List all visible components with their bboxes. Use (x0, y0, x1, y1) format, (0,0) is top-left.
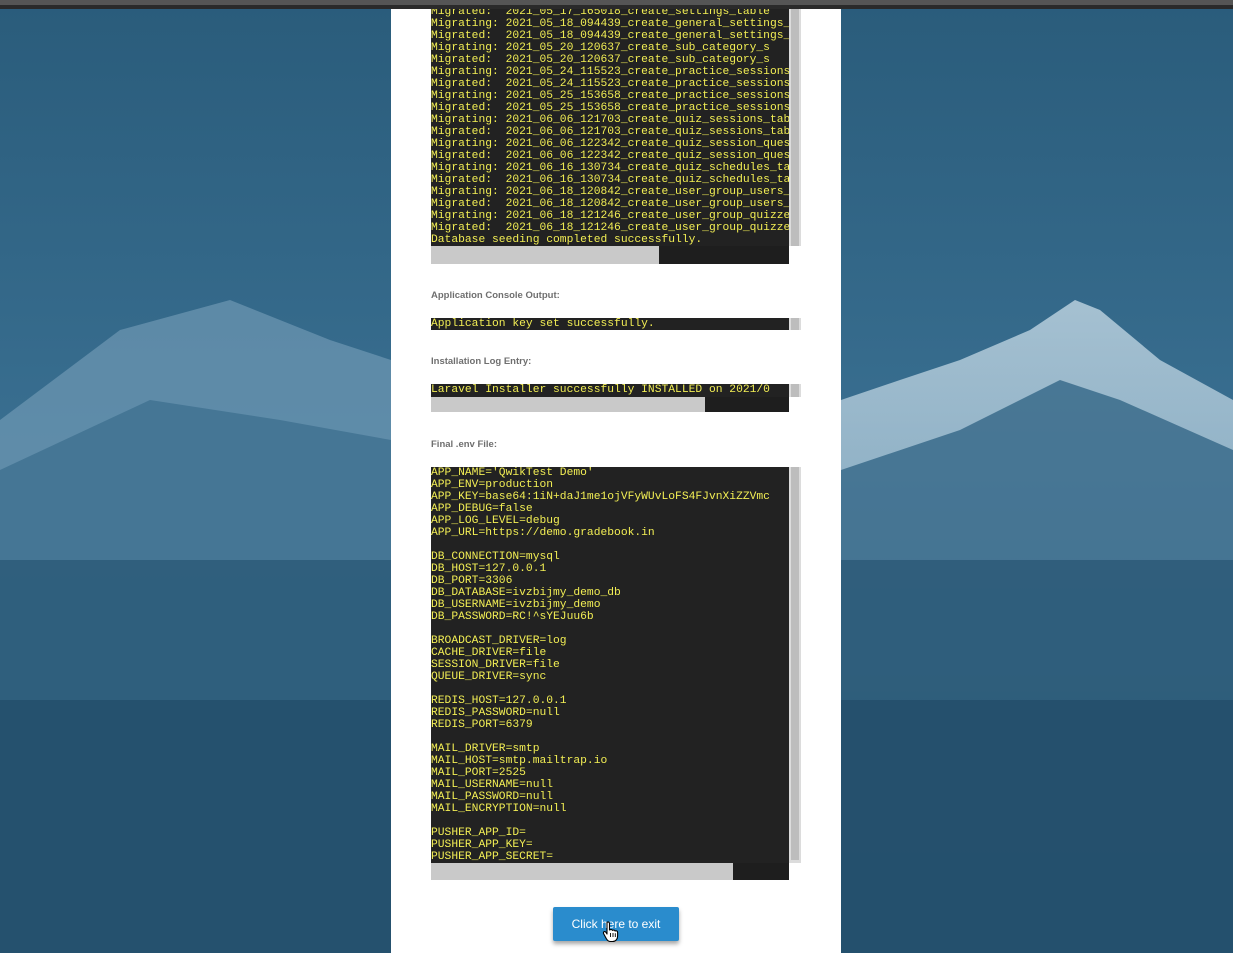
terminal-line: REDIS_HOST=127.0.0.1 (431, 695, 567, 707)
console-output-vertical-scroll-thumb[interactable] (791, 318, 799, 330)
console-output-vertical-scrollbar[interactable] (789, 318, 801, 330)
terminal-line: Migrating: 2021_06_06_122342_create_quiz… (431, 138, 789, 150)
env-file-label: Final .env File: (431, 439, 497, 450)
terminal-line: APP_NAME='QwikTest Demo' (431, 467, 594, 479)
window-top-bar (0, 0, 1233, 9)
terminal-line: REDIS_PASSWORD=null (431, 707, 560, 719)
terminal-line: MAIL_USERNAME=null (431, 779, 554, 791)
terminal-line: APP_LOG_LEVEL=debug (431, 515, 560, 527)
terminal-line: Migrating: 2021_05_20_120637_create_sub_… (431, 42, 770, 54)
terminal-line: Migrated: 2021_06_18_120842_create_user_… (431, 198, 789, 210)
terminal-line: Migrated: 2021_06_06_121703_create_quiz_… (431, 126, 789, 138)
terminal-line: SESSION_DRIVER=file (431, 659, 560, 671)
installer-panel: Migrated: 2021_05_17_165018_create_setti… (391, 9, 841, 953)
terminal-line: QUEUE_DRIVER=sync (431, 671, 547, 683)
terminal-line: Migrating: 2021_06_06_121703_create_quiz… (431, 114, 789, 126)
console-output-text: Application key set successfully. (431, 318, 655, 330)
env-file-horizontal-scroll-thumb[interactable] (431, 863, 733, 880)
installation-log-label: Installation Log Entry: (431, 356, 532, 367)
terminal-line: PUSHER_APP_KEY= (431, 839, 533, 851)
env-file-vertical-scrollbar[interactable] (789, 467, 801, 863)
hand-pointer-icon (602, 921, 619, 943)
migration-output-vertical-scroll-thumb[interactable] (791, 9, 799, 246)
terminal-line: Migrated: 2021_06_18_121246_create_user_… (431, 222, 789, 234)
terminal-line: DB_USERNAME=ivzbijmy_demo (431, 599, 601, 611)
terminal-line: Migrated: 2021_06_16_130734_create_quiz_… (431, 174, 789, 186)
terminal-line: PUSHER_APP_SECRET= (431, 851, 554, 863)
migration-output-horizontal-scroll-thumb[interactable] (431, 246, 659, 264)
terminal-line: MAIL_ENCRYPTION=null (431, 803, 567, 815)
terminal-line: Migrating: 2021_06_18_120842_create_user… (431, 186, 789, 198)
terminal-line: Migrating: 2021_05_25_153658_create_prac… (431, 90, 789, 102)
terminal-line: BROADCAST_DRIVER=log (431, 635, 567, 647)
terminal-line: DB_CONNECTION=mysql (431, 551, 560, 563)
terminal-line: Migrated: 2021_05_25_153658_create_pract… (431, 102, 789, 114)
terminal-line: MAIL_HOST=smtp.mailtrap.io (431, 755, 608, 767)
terminal-line: DB_HOST=127.0.0.1 (431, 563, 547, 575)
terminal-line: Migrated: 2021_05_20_120637_create_sub_c… (431, 54, 770, 66)
terminal-line: Migrated: 2021_05_17_165018_create_setti… (431, 9, 770, 18)
terminal-line: REDIS_PORT=6379 (431, 719, 533, 731)
installation-log-vertical-scrollbar[interactable] (789, 384, 801, 397)
terminal-line: Database seeding completed successfully. (431, 234, 703, 246)
env-file-vertical-scroll-thumb[interactable] (791, 467, 799, 860)
terminal-line: APP_DEBUG=false (431, 503, 533, 515)
terminal-line: Migrating: 2021_06_16_130734_create_quiz… (431, 162, 789, 174)
installation-log-text: Laravel Installer successfully INSTALLED… (431, 384, 770, 396)
terminal-line: Migrating: 2021_05_24_115523_create_prac… (431, 66, 789, 78)
terminal-line: Migrating: 2021_06_18_121246_create_user… (431, 210, 789, 222)
console-output-box[interactable]: Application key set successfully. (431, 318, 789, 330)
terminal-line: MAIL_PASSWORD=null (431, 791, 554, 803)
terminal-line: DB_PORT=3306 (431, 575, 513, 587)
terminal-line: APP_KEY=base64:1iN+daJ1me1ojVFyWUvLoFS4F… (431, 491, 770, 503)
terminal-line: DB_PASSWORD=RC!^sYEJuu6b (431, 611, 594, 623)
terminal-line: PUSHER_APP_ID= (431, 827, 526, 839)
terminal-line: APP_URL=https://demo.gradebook.in (431, 527, 655, 539)
migration-output-text: Migrated: 2021_05_17_165018_create_setti… (431, 9, 789, 246)
terminal-line: MAIL_PORT=2525 (431, 767, 526, 779)
installation-log-box[interactable]: Laravel Installer successfully INSTALLED… (431, 384, 789, 397)
terminal-line: Migrated: 2021_06_06_122342_create_quiz_… (431, 150, 789, 162)
installation-log-vertical-scroll-thumb[interactable] (791, 384, 799, 397)
migration-output-box[interactable]: Migrated: 2021_05_17_165018_create_setti… (431, 9, 789, 246)
terminal-line: APP_ENV=production (431, 479, 554, 491)
env-file-text: APP_NAME='QwikTest Demo' APP_ENV=producti… (431, 467, 770, 863)
env-file-horizontal-scrollbar[interactable] (431, 863, 789, 880)
terminal-line: MAIL_DRIVER=smtp (431, 743, 540, 755)
console-output-label: Application Console Output: (431, 290, 560, 301)
migration-output-horizontal-scrollbar[interactable] (431, 246, 789, 264)
terminal-line: Migrated: 2021_05_18_094439_create_gener… (431, 30, 789, 42)
terminal-line: Migrated: 2021_05_24_115523_create_pract… (431, 78, 789, 90)
installation-log-horizontal-scrollbar[interactable] (431, 397, 789, 412)
terminal-line: DB_DATABASE=ivzbijmy_demo_db (431, 587, 621, 599)
migration-output-vertical-scrollbar[interactable] (789, 9, 801, 246)
terminal-line: Application key set successfully. (431, 318, 655, 330)
terminal-line: Laravel Installer successfully INSTALLED… (431, 384, 770, 396)
env-file-box[interactable]: APP_NAME='QwikTest Demo' APP_ENV=producti… (431, 467, 789, 863)
installation-log-horizontal-scroll-thumb[interactable] (431, 397, 705, 412)
terminal-line: Migrating: 2021_05_18_094439_create_gene… (431, 18, 789, 30)
terminal-line: CACHE_DRIVER=file (431, 647, 547, 659)
